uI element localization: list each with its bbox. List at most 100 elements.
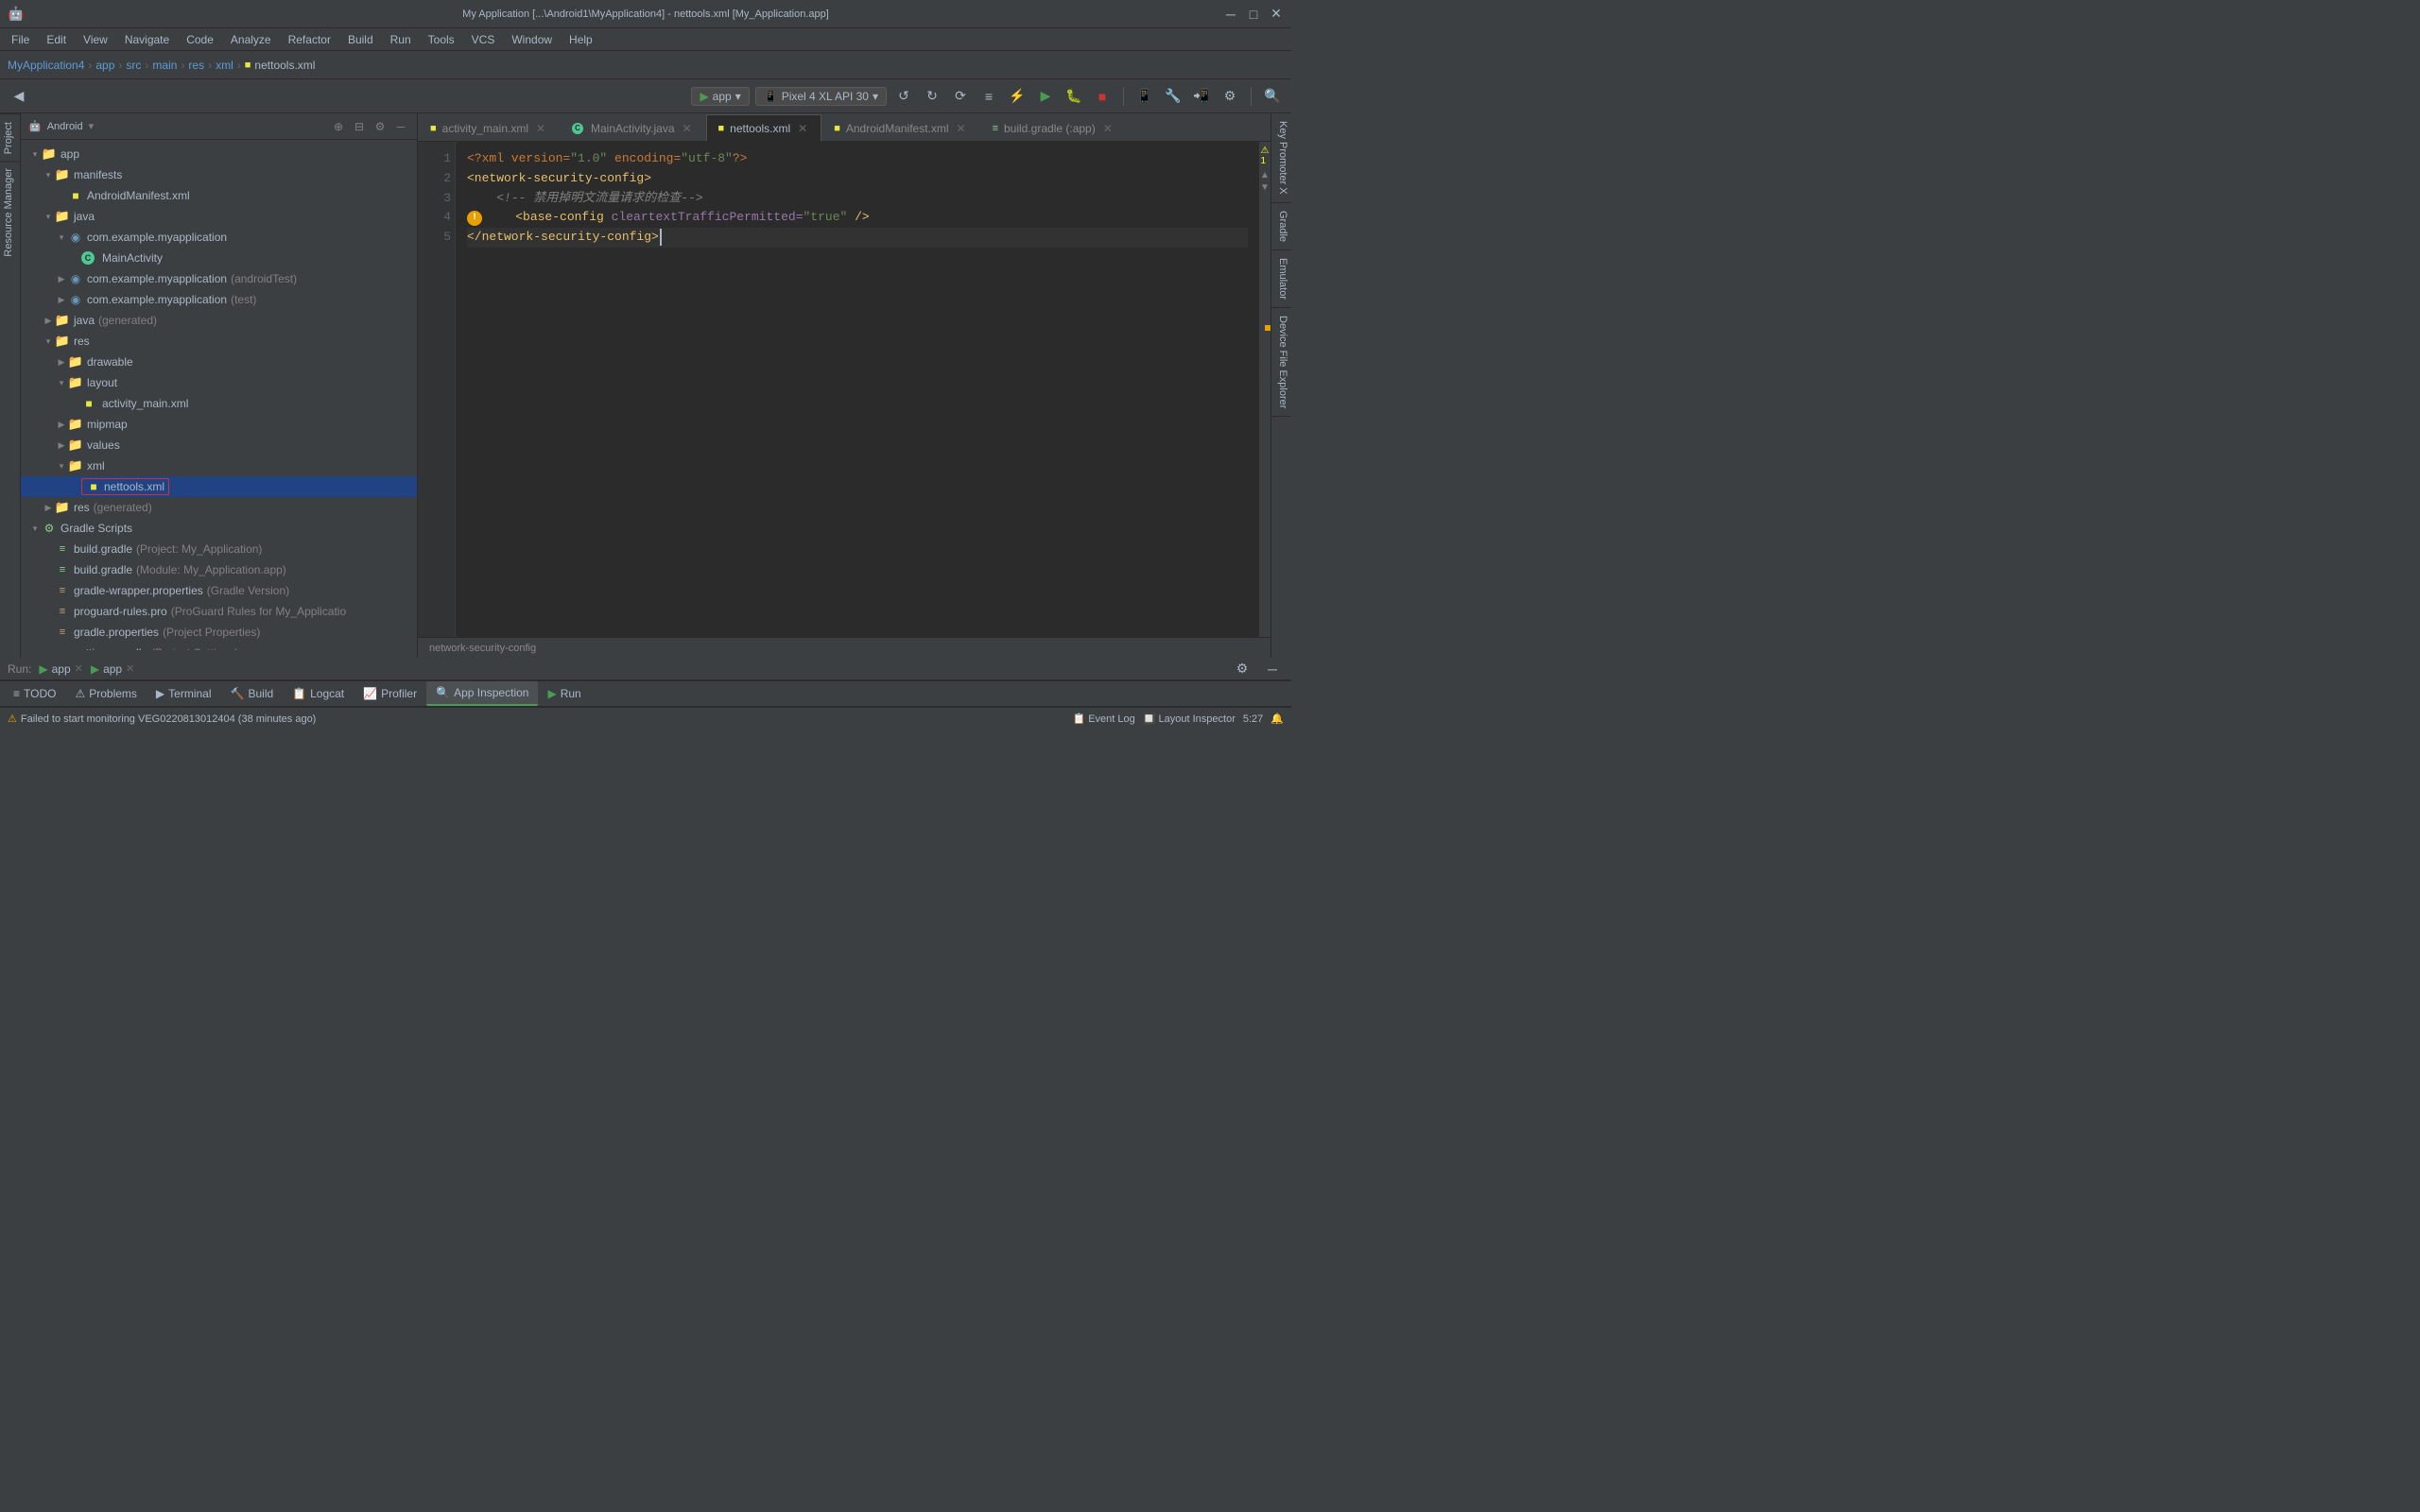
tab-logcat[interactable]: 📋 Logcat — [283, 681, 354, 706]
tree-proguard[interactable]: ≡ proguard-rules.pro (ProGuard Rules for… — [21, 601, 417, 622]
tree-xml-folder[interactable]: ▾ 📁 xml — [21, 455, 417, 476]
tab-close-button[interactable]: ✕ — [534, 122, 547, 135]
back-nav-icon[interactable]: ◀ — [8, 85, 30, 108]
tree-drawable[interactable]: ▶ 📁 drawable — [21, 352, 417, 372]
tree-app[interactable]: ▾ 📁 app — [21, 144, 417, 164]
debug-button[interactable]: 🐛 — [1063, 85, 1085, 108]
device-selector[interactable]: 📱 Pixel 4 XL API 30 ▾ — [755, 87, 887, 106]
tab-problems[interactable]: ⚠ Problems — [65, 681, 146, 706]
project-tab[interactable]: Project — [0, 113, 20, 162]
menu-window[interactable]: Window — [504, 31, 560, 48]
tree-gradle-properties[interactable]: ≡ gradle.properties (Project Properties) — [21, 622, 417, 643]
tree-com-example-androidtest[interactable]: ▶ ◉ com.example.myapplication (androidTe… — [21, 268, 417, 289]
tree-gradle-scripts[interactable]: ▾ ⚙ Gradle Scripts — [21, 518, 417, 539]
search-button[interactable]: 🔍 — [1261, 85, 1284, 108]
menu-file[interactable]: File — [4, 31, 37, 48]
tab-build[interactable]: 🔨 Build — [221, 681, 284, 706]
tree-build-gradle-app[interactable]: ≡ build.gradle (Module: My_Application.a… — [21, 559, 417, 580]
resource-manager-tab[interactable]: Resource Manager — [0, 162, 20, 263]
scroll-up-button[interactable]: ▲ — [1260, 170, 1270, 180]
device-manager-button[interactable]: 📱 — [1133, 85, 1156, 108]
stop-button[interactable]: ■ — [1091, 85, 1114, 108]
tab-close-button[interactable]: ✕ — [796, 122, 809, 135]
event-log-link[interactable]: 📋 Event Log — [1072, 713, 1134, 725]
maximize-button[interactable]: □ — [1246, 7, 1261, 22]
tree-java[interactable]: ▾ 📁 java — [21, 206, 417, 227]
panel-minimize-button[interactable]: ─ — [392, 118, 409, 135]
locate-file-button[interactable]: ⊕ — [330, 118, 347, 135]
sync-button[interactable]: ⟳ — [949, 85, 972, 108]
menu-build[interactable]: Build — [340, 31, 381, 48]
tree-settings-gradle[interactable]: ≡ settings.gradle (Project Settings) — [21, 643, 417, 650]
avd-manager-button[interactable]: 📲 — [1190, 85, 1213, 108]
refresh-button[interactable]: ↺ — [892, 85, 915, 108]
tree-android-manifest[interactable]: ■ AndroidManifest.xml — [21, 185, 417, 206]
run-settings-button[interactable]: ⚙ — [1231, 658, 1253, 680]
menu-view[interactable]: View — [76, 31, 115, 48]
tree-mipmap[interactable]: ▶ 📁 mipmap — [21, 414, 417, 435]
project-panel-scrollbar[interactable] — [21, 650, 417, 658]
tree-activity-main-xml[interactable]: ■ activity_main.xml — [21, 393, 417, 414]
tree-manifests[interactable]: ▾ 📁 manifests — [21, 164, 417, 185]
tree-res[interactable]: ▾ 📁 res — [21, 331, 417, 352]
settings-button[interactable]: ⚙ — [1219, 85, 1241, 108]
gradle-tab[interactable]: Gradle — [1271, 203, 1291, 250]
tree-com-example[interactable]: ▾ ◉ com.example.myapplication — [21, 227, 417, 248]
tree-main-activity[interactable]: C MainActivity — [21, 248, 417, 268]
menu-edit[interactable]: Edit — [39, 31, 74, 48]
menu-code[interactable]: Code — [179, 31, 221, 48]
breadcrumb-project[interactable]: MyApplication4 — [8, 59, 84, 72]
run-tab-close[interactable]: ✕ — [75, 662, 83, 675]
tree-layout[interactable]: ▾ 📁 layout — [21, 372, 417, 393]
tree-values[interactable]: ▶ 📁 values — [21, 435, 417, 455]
menu-help[interactable]: Help — [562, 31, 600, 48]
tree-build-gradle-project[interactable]: ≡ build.gradle (Project: My_Application) — [21, 539, 417, 559]
run-tab-app1[interactable]: ▶ app ✕ — [39, 662, 82, 676]
scroll-down-button[interactable]: ▼ — [1260, 182, 1270, 193]
tab-run[interactable]: ▶ Run — [538, 681, 590, 706]
refresh2-button[interactable]: ↻ — [921, 85, 943, 108]
tab-build-gradle[interactable]: ≡ build.gradle (:app) ✕ — [980, 114, 1127, 141]
coverage-button[interactable]: ≡ — [977, 85, 1000, 108]
tab-close-button[interactable]: ✕ — [1101, 122, 1115, 135]
tab-app-inspection[interactable]: 🔍 App Inspection — [426, 681, 538, 706]
breadcrumb-main[interactable]: main — [152, 59, 177, 72]
breadcrumb-res[interactable]: res — [188, 59, 204, 72]
tree-com-example-test[interactable]: ▶ ◉ com.example.myapplication (test) — [21, 289, 417, 310]
run-config-selector[interactable]: ▶ app ▾ — [691, 87, 749, 106]
tree-nettools-xml[interactable]: ■ nettools.xml — [21, 476, 417, 497]
device-file-explorer-tab[interactable]: Device File Explorer — [1271, 308, 1291, 417]
breadcrumb-src[interactable]: src — [126, 59, 141, 72]
menu-navigate[interactable]: Navigate — [117, 31, 177, 48]
tree-res-generated[interactable]: ▶ 📁 res (generated) — [21, 497, 417, 518]
run-button[interactable]: ▶ — [1034, 85, 1057, 108]
tab-profiler[interactable]: 📈 Profiler — [354, 681, 426, 706]
collapse-all-button[interactable]: ⊟ — [351, 118, 368, 135]
tab-main-activity[interactable]: C MainActivity.java ✕ — [560, 114, 705, 141]
tab-activity-main[interactable]: ■ activity_main.xml ✕ — [418, 114, 560, 141]
key-promoter-tab[interactable]: Key Promoter X — [1271, 113, 1291, 203]
tab-nettools-xml[interactable]: ■ nettools.xml ✕ — [706, 114, 822, 141]
profile-button[interactable]: ⚡ — [1006, 85, 1028, 108]
run-tab-app2[interactable]: ▶ app ✕ — [91, 662, 134, 676]
breadcrumb-xml[interactable]: xml — [216, 59, 233, 72]
menu-tools[interactable]: Tools — [421, 31, 462, 48]
sdk-manager-button[interactable]: 🔧 — [1162, 85, 1184, 108]
code-content[interactable]: <?xml version="1.0" encoding="utf-8"?> <… — [456, 142, 1259, 637]
menu-refactor[interactable]: Refactor — [281, 31, 338, 48]
breadcrumb-app[interactable]: app — [95, 59, 114, 72]
tree-java-generated[interactable]: ▶ 📁 java (generated) — [21, 310, 417, 331]
tree-gradle-wrapper[interactable]: ≡ gradle-wrapper.properties (Gradle Vers… — [21, 580, 417, 601]
emulator-tab[interactable]: Emulator — [1271, 250, 1291, 308]
panel-settings-button[interactable]: ⚙ — [372, 118, 389, 135]
tab-close-button[interactable]: ✕ — [681, 122, 694, 135]
tab-terminal[interactable]: ▶ Terminal — [147, 681, 221, 706]
menu-vcs[interactable]: VCS — [464, 31, 503, 48]
run-minimize-button[interactable]: ─ — [1261, 658, 1284, 680]
close-button[interactable]: ✕ — [1269, 7, 1284, 22]
menu-run[interactable]: Run — [383, 31, 419, 48]
minimize-button[interactable]: ─ — [1223, 7, 1238, 22]
layout-inspector-link[interactable]: 🔲 Layout Inspector — [1143, 713, 1236, 725]
menu-analyze[interactable]: Analyze — [223, 31, 279, 48]
tab-android-manifest[interactable]: ■ AndroidManifest.xml ✕ — [821, 114, 979, 141]
